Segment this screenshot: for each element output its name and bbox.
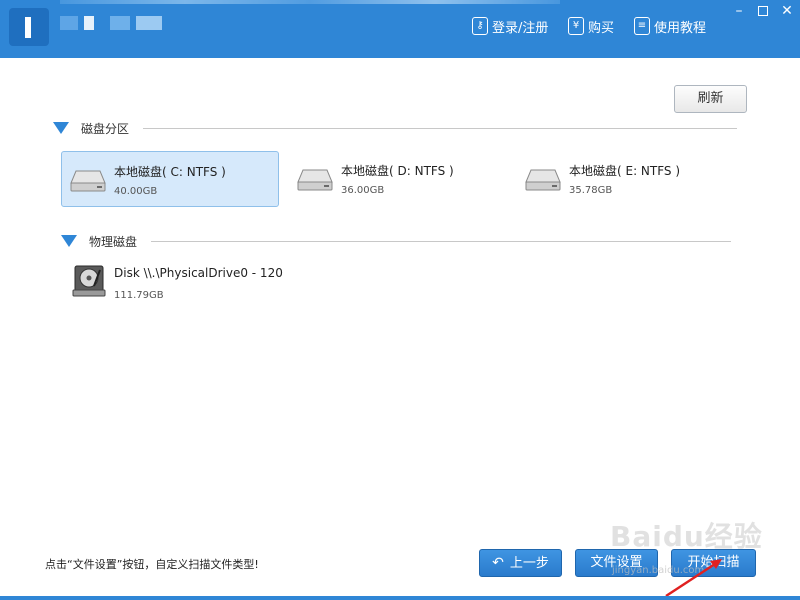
partition-size: 40.00GB <box>114 186 158 197</box>
section-divider <box>151 240 732 242</box>
buy-label: 购买 <box>588 20 615 36</box>
maximize-button[interactable] <box>754 2 772 20</box>
watermark-brand: Baidu经验 <box>610 520 763 553</box>
yen-icon: ¥ <box>568 17 584 35</box>
tutorial-button[interactable]: ≡ 使用教程 <box>634 14 706 38</box>
title-bar: ⚷ 登录/注册 ¥ 购买 ≡ 使用教程 – ✕ <box>0 0 800 58</box>
app-logo <box>9 8 49 46</box>
partition-item-d[interactable]: 本地磁盘( D: NTFS ) 36.00GB <box>289 151 507 207</box>
minimize-button[interactable]: – <box>730 2 748 20</box>
partition-item-e[interactable]: 本地磁盘( E: NTFS ) 35.78GB <box>517 151 735 207</box>
hard-drive-icon <box>297 169 333 191</box>
partition-section-title: 磁盘分区 <box>81 121 130 136</box>
hint-text: 点击“文件设置”按钮，自定义扫描文件类型! <box>45 558 259 571</box>
partition-section-header[interactable]: 磁盘分区 <box>53 119 738 137</box>
physical-disk-name: Disk \\.\PhysicalDrive0 - 120 <box>114 266 283 280</box>
partition-size: 35.78GB <box>569 185 613 196</box>
back-arrow-icon: ↶ <box>492 555 504 571</box>
minimize-icon: – <box>735 3 743 19</box>
blurred-app-name <box>84 16 94 30</box>
document-icon: ≡ <box>634 17 650 35</box>
buy-button[interactable]: ¥ 购买 <box>568 14 614 38</box>
blurred-app-name <box>136 16 162 30</box>
hard-drive-icon <box>525 169 561 191</box>
physical-disk-icon <box>72 265 106 297</box>
close-icon: ✕ <box>781 3 793 19</box>
bottom-border <box>0 596 800 600</box>
blurred-app-name <box>60 16 78 30</box>
login-register-button[interactable]: ⚷ 登录/注册 <box>472 14 548 38</box>
refresh-button[interactable]: 刷新 <box>674 85 747 113</box>
physical-disk-size: 111.79GB <box>114 290 164 301</box>
collapse-triangle-icon[interactable] <box>61 235 77 247</box>
annotation-arrow-icon <box>665 559 722 598</box>
hard-drive-icon <box>70 170 106 192</box>
key-icon: ⚷ <box>472 17 488 35</box>
collapse-triangle-icon[interactable] <box>53 122 69 134</box>
partition-name: 本地磁盘( C: NTFS ) <box>114 165 226 179</box>
blurred-title-text <box>60 0 560 4</box>
physical-disk-item[interactable]: Disk \\.\PhysicalDrive0 - 120 111.79GB <box>70 258 370 304</box>
previous-step-label: 上一步 <box>509 556 549 571</box>
maximize-icon <box>758 6 768 16</box>
partition-name: 本地磁盘( D: NTFS ) <box>341 164 454 178</box>
previous-step-button[interactable]: ↶ 上一步 <box>479 549 562 577</box>
partition-item-c[interactable]: 本地磁盘( C: NTFS ) 40.00GB <box>61 151 279 207</box>
physical-section-header[interactable]: 物理磁盘 <box>61 232 732 250</box>
partition-size: 36.00GB <box>341 185 385 196</box>
physical-section-title: 物理磁盘 <box>89 234 138 249</box>
partition-name: 本地磁盘( E: NTFS ) <box>569 164 681 178</box>
close-button[interactable]: ✕ <box>778 2 796 20</box>
blurred-app-name <box>110 16 130 30</box>
section-divider <box>143 127 738 129</box>
tutorial-label: 使用教程 <box>654 20 707 36</box>
login-register-label: 登录/注册 <box>492 20 549 36</box>
